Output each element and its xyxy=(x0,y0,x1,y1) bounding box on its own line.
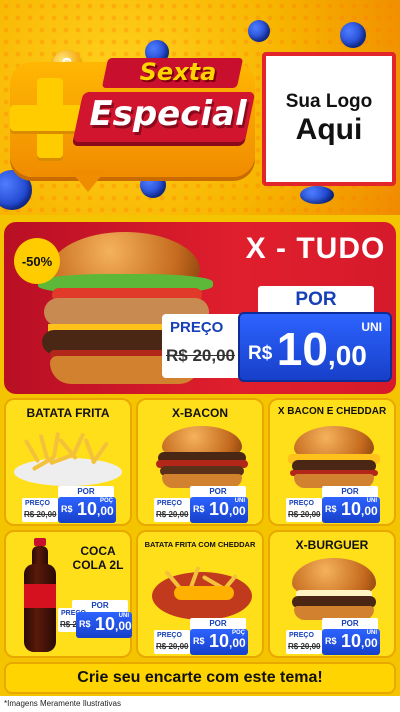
burger-image xyxy=(286,558,382,622)
featured-por-label: POR xyxy=(258,286,374,314)
product-name: X BACON E CHEDDAR xyxy=(277,406,387,417)
featured-price-box: UNI R$ 10,00 xyxy=(238,312,392,382)
footnote: *Imagens Meramente Ilustrativas xyxy=(0,696,400,712)
price-box: UNI R$ 10,00 xyxy=(190,497,248,523)
fries-cheddar-image xyxy=(152,556,252,622)
featured-preco-tag: PREÇO R$ 20,00 xyxy=(162,314,244,378)
coin-icon xyxy=(340,22,366,48)
product-card-x-bacon[interactable]: X-BACON POR PREÇO R$ 20,00 UNI R$ 10,00 xyxy=(136,398,264,526)
logo-line1: Sua Logo xyxy=(285,91,373,112)
coin-icon xyxy=(300,186,334,204)
burger-image xyxy=(152,426,252,490)
product-card-batata-frita[interactable]: BATATA FRITA POR PREÇO R$ 20,00 POÇ R$ 1… xyxy=(4,398,132,526)
header-banner: $ Sexta Especial Sua Logo Aqui xyxy=(0,0,400,215)
product-card-x-bacon-cheddar[interactable]: X BACON E CHEDDAR POR PREÇO R$ 20,00 UNI… xyxy=(268,398,396,526)
price-box: UNI R$ 10,00 xyxy=(322,497,380,523)
product-card-x-burguer[interactable]: X-BURGUER POR PREÇO R$ 20,00 UNI R$ 10,0… xyxy=(268,530,396,658)
speech-bubble-tail xyxy=(70,170,106,192)
discount-badge: -50% xyxy=(14,238,60,284)
featured-title: X - TUDO xyxy=(245,232,386,265)
product-name: BATATA FRITA COM CHEDDAR xyxy=(144,540,256,549)
coin-icon xyxy=(248,20,270,42)
price-box: UNI R$ 10,00 xyxy=(322,629,380,655)
featured-price: R$ 10,00 xyxy=(248,323,367,375)
product-name: X-BACON xyxy=(172,406,228,420)
preco-tag: PREÇO R$ 20,00 xyxy=(154,630,190,654)
product-name: X-BURGUER xyxy=(295,538,369,552)
preco-tag: PREÇO R$ 20,00 xyxy=(22,498,58,522)
preco-tag: PREÇO R$ 20,00 xyxy=(154,498,190,522)
product-card-batata-cheddar[interactable]: BATATA FRITA COM CHEDDAR POR PREÇO R$ 20… xyxy=(136,530,264,658)
tagline-top: Sexta xyxy=(139,58,217,86)
logo-line2: Aqui xyxy=(295,113,363,146)
preco-tag: PREÇO R$ 20,00 xyxy=(286,630,322,654)
price-box: POÇ R$ 10,00 xyxy=(190,629,248,655)
price-box: UNI R$ 10,00 xyxy=(76,612,132,638)
product-card-coca-cola[interactable]: COCA COLA 2L POR PREÇO R$ 20,00 UNI R$ 1… xyxy=(4,530,132,658)
burger-image xyxy=(284,426,384,490)
fries-image xyxy=(12,428,124,490)
featured-old-price: R$ 20,00 xyxy=(166,346,235,365)
preco-tag: PREÇO R$ 20,00 xyxy=(286,498,322,522)
logo-placeholder[interactable]: Sua Logo Aqui xyxy=(262,52,396,186)
tagline-main: Especial xyxy=(89,94,247,134)
cta-banner[interactable]: Crie seu encarte com este tema! xyxy=(4,662,396,694)
product-name: BATATA FRITA xyxy=(26,406,110,420)
featured-preco-label: PREÇO xyxy=(170,319,224,336)
price-box: POÇ R$ 10,00 xyxy=(58,497,116,523)
